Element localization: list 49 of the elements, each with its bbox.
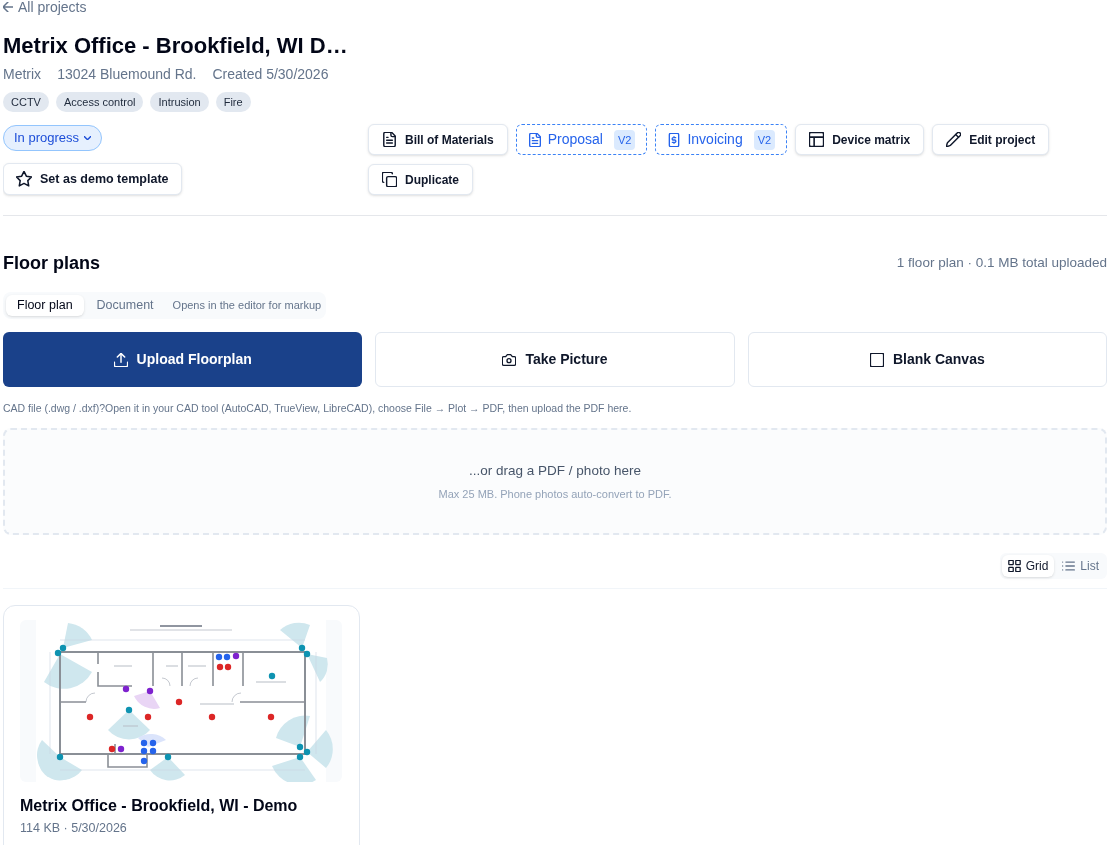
grid-icon — [1007, 560, 1021, 572]
demo-template-button[interactable]: Set as demo template — [3, 163, 182, 195]
caret-icon — [84, 136, 92, 140]
status-dropdown[interactable]: In progress — [3, 125, 103, 151]
back-link[interactable]: All projects — [3, 0, 87, 14]
document-button[interactable]: Proposal V2 — [515, 124, 648, 155]
dollar-document-icon — [668, 132, 681, 147]
drop-zone-hint: Max 25 MB. Phone photos auto-convert to PDF. — [438, 486, 672, 502]
plan-details: 114 KB · 5/30/2026 — [20, 820, 127, 837]
document-icon — [382, 132, 397, 147]
table-icon — [809, 132, 825, 147]
view-toggle[interactable]: Grid — [1001, 555, 1055, 577]
list-icon — [1062, 560, 1076, 572]
project-meta-text: 13024 Bluemound Rd. — [57, 65, 197, 84]
version-badge: V2 — [613, 129, 636, 150]
upload-option-button[interactable]: Take Picture — [375, 332, 735, 387]
camera-icon — [502, 352, 517, 367]
floor-plan-card[interactable]: Metrix Office - Brookfield, WI - Demo 114 KB · 5/30/2026 — [3, 605, 361, 845]
version-badge: V2 — [753, 129, 776, 150]
action-button[interactable]: Edit project — [932, 124, 1050, 155]
upload-icon — [113, 352, 128, 367]
project-title: Metrix Office - Brookfield, WI D… — [3, 32, 348, 60]
drop-zone[interactable]: ...or drag a PDF / photo here Max 25 MB. Phone photos auto-convert to PDF. — [3, 428, 1107, 535]
action-button[interactable]: Device matrix — [795, 124, 925, 155]
upload-button[interactable]: Upload Floorplan — [3, 332, 363, 387]
star-icon — [16, 171, 32, 187]
section-heading: Floor plans — [3, 252, 100, 275]
arrow-left-icon — [3, 2, 13, 12]
tag: Access control — [55, 92, 144, 112]
document-button[interactable]: Invoicing V2 — [655, 124, 788, 155]
plan-title: Metrix Office - Brookfield, WI - Demo — [20, 796, 298, 816]
tag: Fire — [215, 92, 251, 112]
document-icon — [528, 132, 541, 147]
cad-hint-text: CAD file (.dwg / .dxf)?Open it in your CAD tool (AutoCAD, TrueView, LibreCAD), choose File → Plot → PDF, then upload the PDF here. — [3, 401, 633, 416]
copy-icon — [382, 172, 397, 187]
tag: CCTV — [3, 92, 49, 112]
upload-option-button[interactable]: Blank Canvas — [747, 332, 1107, 387]
view-toggle[interactable]: List — [1056, 555, 1105, 577]
project-meta-text: Metrix — [3, 65, 42, 84]
tab[interactable]: Document — [85, 295, 165, 316]
action-button[interactable]: Bill of Materials — [368, 124, 508, 155]
tag: Intrusion — [150, 92, 209, 112]
upload-summary: 1 floor plan · 0.1 MB total uploaded — [896, 253, 1107, 272]
drop-zone-title: ...or drag a PDF / photo here — [469, 461, 641, 480]
action-button[interactable]: Duplicate — [368, 164, 473, 195]
tab-hint: Opens in the editor for markup — [171, 298, 323, 314]
pencil-icon — [946, 132, 962, 147]
project-meta-text: Created 5/30/2026 — [212, 65, 329, 84]
tab[interactable]: Floor plan — [6, 295, 84, 316]
